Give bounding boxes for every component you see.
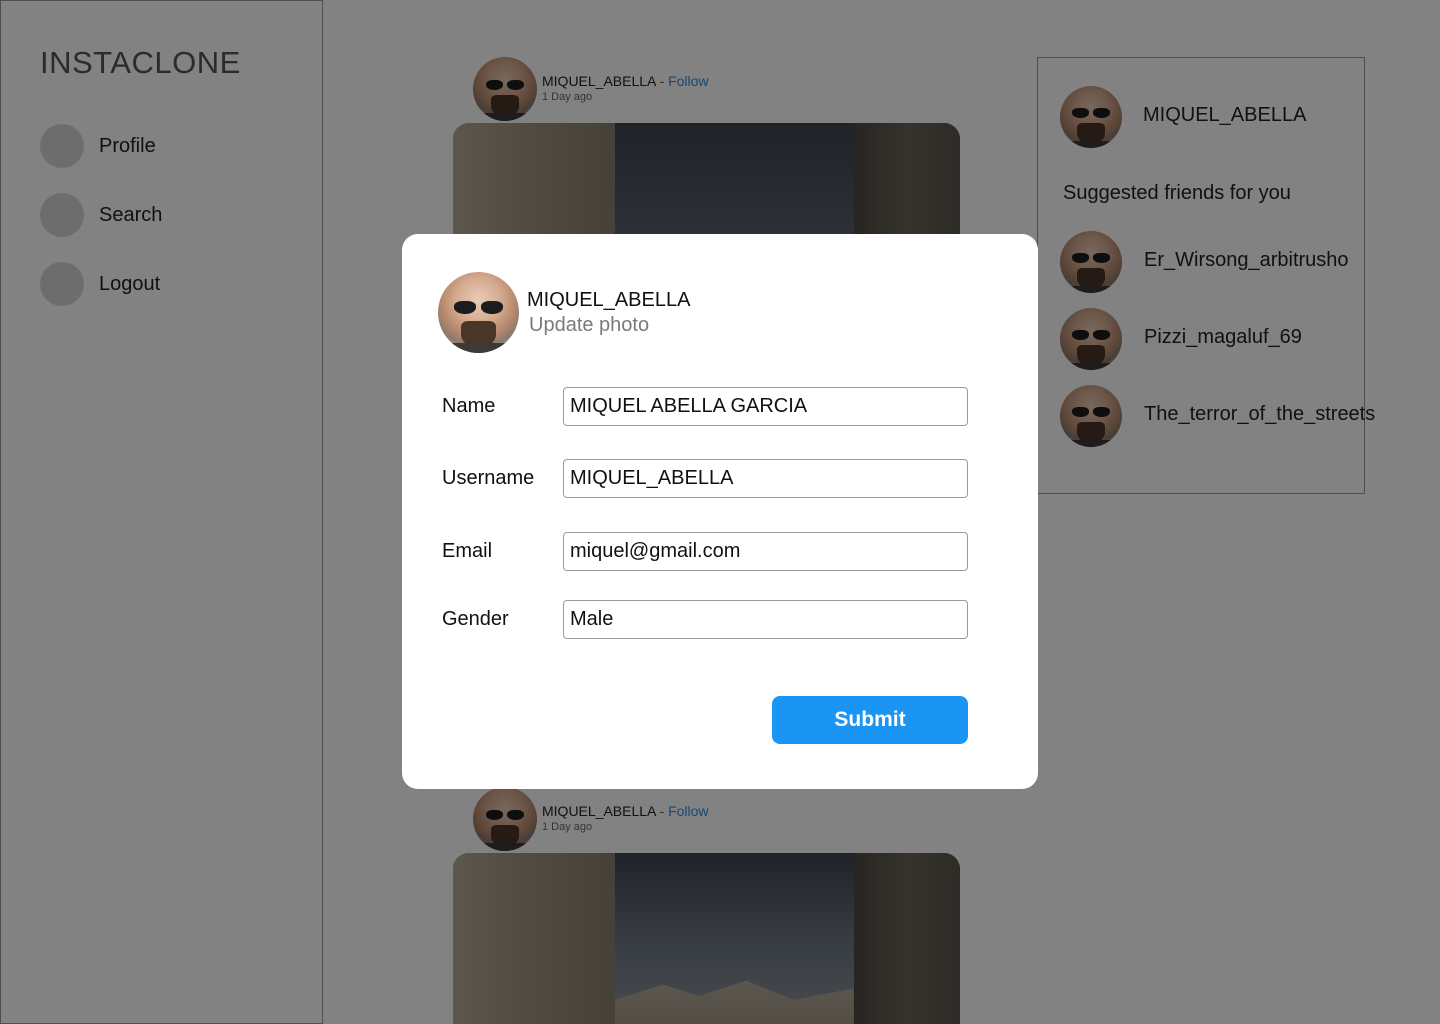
username-label: Username <box>442 467 535 489</box>
submit-button[interactable]: Submit <box>772 696 968 744</box>
gender-field[interactable] <box>563 600 968 639</box>
profile-photo[interactable] <box>438 272 519 353</box>
username-field[interactable] <box>563 459 968 498</box>
name-field[interactable] <box>563 387 968 426</box>
gender-label: Gender <box>442 608 509 630</box>
email-label: Email <box>442 540 493 562</box>
email-field[interactable] <box>563 532 968 571</box>
edit-profile-modal: MIQUEL_ABELLA Update photo Name Username… <box>402 234 1038 789</box>
name-label: Name <box>442 395 496 417</box>
modal-username: MIQUEL_ABELLA <box>527 289 691 311</box>
update-photo-link[interactable]: Update photo <box>529 314 649 337</box>
